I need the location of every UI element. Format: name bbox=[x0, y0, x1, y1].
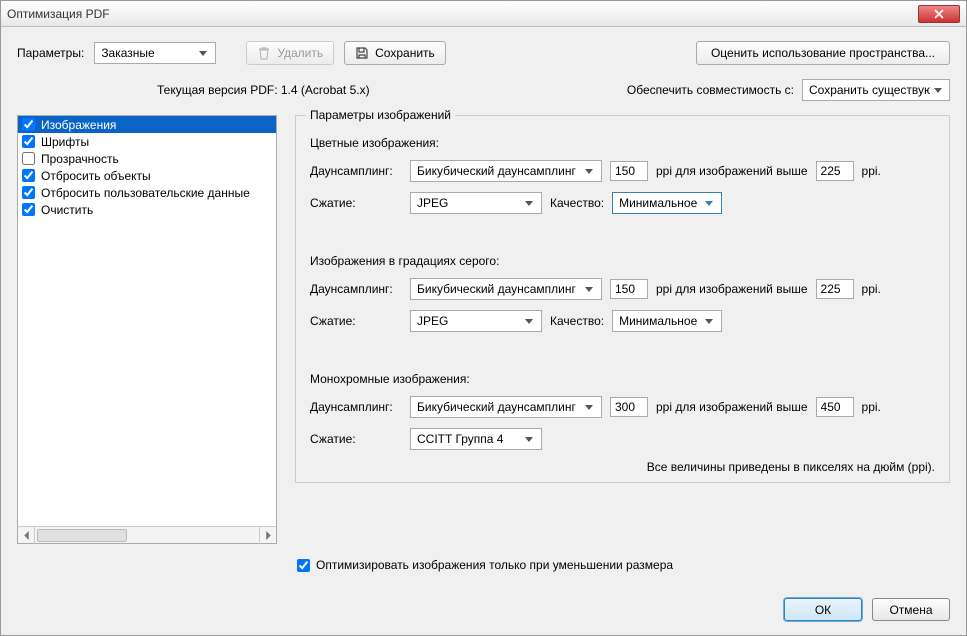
trash-icon bbox=[257, 46, 271, 60]
settings-label: Параметры: bbox=[17, 46, 84, 60]
settings-combo[interactable]: Заказные bbox=[94, 42, 216, 64]
save-icon bbox=[355, 46, 369, 60]
ppi-label: ppi. bbox=[862, 282, 881, 296]
window-title: Оптимизация PDF bbox=[7, 7, 918, 21]
color-target-ppi-input[interactable] bbox=[610, 161, 648, 181]
sidebar-item-fonts[interactable]: Шрифты bbox=[18, 133, 276, 150]
gray-downsample-row: Даунсамплинг: Бикубический даунсамплинг … bbox=[310, 278, 935, 300]
optimize-only-label: Оптимизировать изображения только при ум… bbox=[316, 558, 673, 572]
mono-downsample-row: Даунсамплинг: Бикубический даунсамплинг … bbox=[310, 396, 935, 418]
dialog-buttons: ОК Отмена bbox=[1, 586, 966, 635]
close-button[interactable] bbox=[918, 5, 960, 23]
chevron-down-icon bbox=[934, 88, 942, 94]
chevron-down-icon bbox=[199, 51, 207, 57]
images-panel: Параметры изображений Цветные изображени… bbox=[295, 115, 950, 544]
color-downsample-row: Даунсамплинг: Бикубический даунсамплинг … bbox=[310, 160, 935, 182]
version-text: Текущая версия PDF: 1.4 (Acrobat 5.x) bbox=[157, 83, 370, 97]
downsampling-label: Даунсамплинг: bbox=[310, 164, 402, 178]
delete-button: Удалить bbox=[246, 41, 334, 65]
compat-combo[interactable]: Сохранить существующ bbox=[802, 79, 950, 101]
sidebar-item-discard-userdata[interactable]: Отбросить пользовательские данные bbox=[18, 184, 276, 201]
ppi-for-label: ppi для изображений выше bbox=[656, 282, 808, 296]
ppi-for-label: ppi для изображений выше bbox=[656, 400, 808, 414]
sidebar-item-transparency[interactable]: Прозрачность bbox=[18, 150, 276, 167]
color-quality-combo[interactable]: Минимальное bbox=[612, 192, 722, 214]
category-sidebar: Изображения Шрифты Прозрачность Отбросит… bbox=[17, 115, 277, 544]
color-compression-combo[interactable]: JPEG bbox=[410, 192, 542, 214]
gray-quality-combo[interactable]: Минимальное bbox=[612, 310, 722, 332]
sidebar-check-fonts[interactable] bbox=[22, 135, 35, 148]
optimize-only-checkbox[interactable] bbox=[297, 559, 310, 572]
gray-compression-row: Сжатие: JPEG Качество: Минимальное bbox=[310, 310, 935, 332]
mono-compression-row: Сжатие: CCITT Группа 4 bbox=[310, 428, 935, 450]
color-compression-row: Сжатие: JPEG Качество: Минимальное bbox=[310, 192, 935, 214]
save-button[interactable]: Сохранить bbox=[344, 41, 446, 65]
gray-compression-combo[interactable]: JPEG bbox=[410, 310, 542, 332]
ok-button[interactable]: ОК bbox=[784, 598, 862, 621]
content-area: Параметры: Заказные Удалить Сохранить Оц… bbox=[1, 27, 966, 586]
sidebar-check-images[interactable] bbox=[22, 118, 35, 131]
downsampling-label: Даунсамплинг: bbox=[310, 282, 402, 296]
sidebar-check-discard-userdata[interactable] bbox=[22, 186, 35, 199]
category-list: Изображения Шрифты Прозрачность Отбросит… bbox=[18, 116, 276, 526]
ppi-label: ppi. bbox=[862, 400, 881, 414]
downsampling-label: Даунсамплинг: bbox=[310, 400, 402, 414]
ppi-for-label: ppi для изображений выше bbox=[656, 164, 808, 178]
gray-target-ppi-input[interactable] bbox=[610, 279, 648, 299]
optimize-only-row: Оптимизировать изображения только при ум… bbox=[297, 558, 950, 572]
mono-threshold-ppi-input[interactable] bbox=[816, 397, 854, 417]
compression-label: Сжатие: bbox=[310, 314, 402, 328]
chevron-down-icon bbox=[585, 405, 593, 411]
compat-label: Обеспечить совместимость с: bbox=[627, 83, 794, 97]
info-row: Текущая версия PDF: 1.4 (Acrobat 5.x) Об… bbox=[17, 79, 950, 101]
mono-target-ppi-input[interactable] bbox=[610, 397, 648, 417]
compression-label: Сжатие: bbox=[310, 196, 402, 210]
chevron-down-icon bbox=[705, 319, 713, 325]
chevron-down-icon bbox=[585, 287, 593, 293]
chevron-down-icon bbox=[585, 169, 593, 175]
fieldset-legend: Параметры изображений bbox=[306, 108, 455, 122]
chevron-down-icon bbox=[705, 201, 713, 207]
gray-section-title: Изображения в градациях серого: bbox=[310, 254, 935, 268]
compression-label: Сжатие: bbox=[310, 432, 402, 446]
sidebar-scrollbar[interactable] bbox=[18, 526, 276, 543]
sidebar-item-discard-objects[interactable]: Отбросить объекты bbox=[18, 167, 276, 184]
mono-section-title: Монохромные изображения: bbox=[310, 372, 935, 386]
sidebar-check-transparency[interactable] bbox=[22, 152, 35, 165]
sidebar-item-cleanup[interactable]: Очистить bbox=[18, 201, 276, 218]
color-threshold-ppi-input[interactable] bbox=[816, 161, 854, 181]
sidebar-item-images[interactable]: Изображения bbox=[18, 116, 276, 133]
audit-space-button[interactable]: Оценить использование пространства... bbox=[696, 41, 950, 65]
cancel-button[interactable]: Отмена bbox=[872, 598, 950, 621]
scroll-left-button[interactable] bbox=[18, 527, 35, 544]
gray-downsample-combo[interactable]: Бикубический даунсамплинг bbox=[410, 278, 602, 300]
image-settings-fieldset: Параметры изображений Цветные изображени… bbox=[295, 115, 950, 483]
color-downsample-combo[interactable]: Бикубический даунсамплинг bbox=[410, 160, 602, 182]
quality-label: Качество: bbox=[550, 314, 604, 328]
main-area: Изображения Шрифты Прозрачность Отбросит… bbox=[17, 115, 950, 544]
ppi-footnote: Все величины приведены в пикселях на дюй… bbox=[310, 460, 935, 474]
settings-value: Заказные bbox=[101, 46, 154, 60]
scroll-thumb[interactable] bbox=[37, 529, 127, 542]
gray-threshold-ppi-input[interactable] bbox=[816, 279, 854, 299]
chevron-down-icon bbox=[525, 437, 533, 443]
compat-value: Сохранить существующ bbox=[809, 83, 930, 97]
ppi-label: ppi. bbox=[862, 164, 881, 178]
triangle-left-icon bbox=[23, 531, 30, 540]
sidebar-check-cleanup[interactable] bbox=[22, 203, 35, 216]
titlebar: Оптимизация PDF bbox=[1, 1, 966, 27]
mono-compression-combo[interactable]: CCITT Группа 4 bbox=[410, 428, 542, 450]
close-icon bbox=[934, 9, 944, 19]
quality-label: Качество: bbox=[550, 196, 604, 210]
sidebar-check-discard-objects[interactable] bbox=[22, 169, 35, 182]
top-toolbar: Параметры: Заказные Удалить Сохранить Оц… bbox=[17, 41, 950, 65]
scroll-right-button[interactable] bbox=[259, 527, 276, 544]
triangle-right-icon bbox=[265, 531, 272, 540]
pdf-optimizer-window: Оптимизация PDF Параметры: Заказные Удал… bbox=[0, 0, 967, 636]
chevron-down-icon bbox=[525, 201, 533, 207]
color-section-title: Цветные изображения: bbox=[310, 136, 935, 150]
mono-downsample-combo[interactable]: Бикубический даунсамплинг bbox=[410, 396, 602, 418]
chevron-down-icon bbox=[525, 319, 533, 325]
